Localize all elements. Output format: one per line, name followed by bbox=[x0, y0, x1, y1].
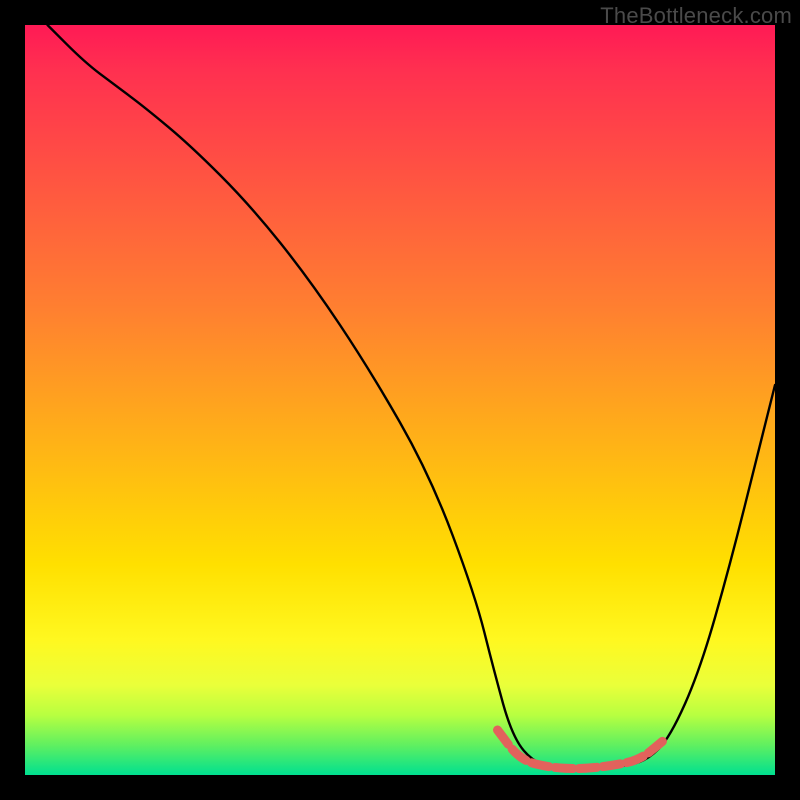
chart-frame: TheBottleneck.com bbox=[0, 0, 800, 800]
curve-overlay bbox=[25, 25, 775, 775]
bottleneck-curve bbox=[48, 25, 776, 769]
watermark-text: TheBottleneck.com bbox=[600, 3, 792, 29]
